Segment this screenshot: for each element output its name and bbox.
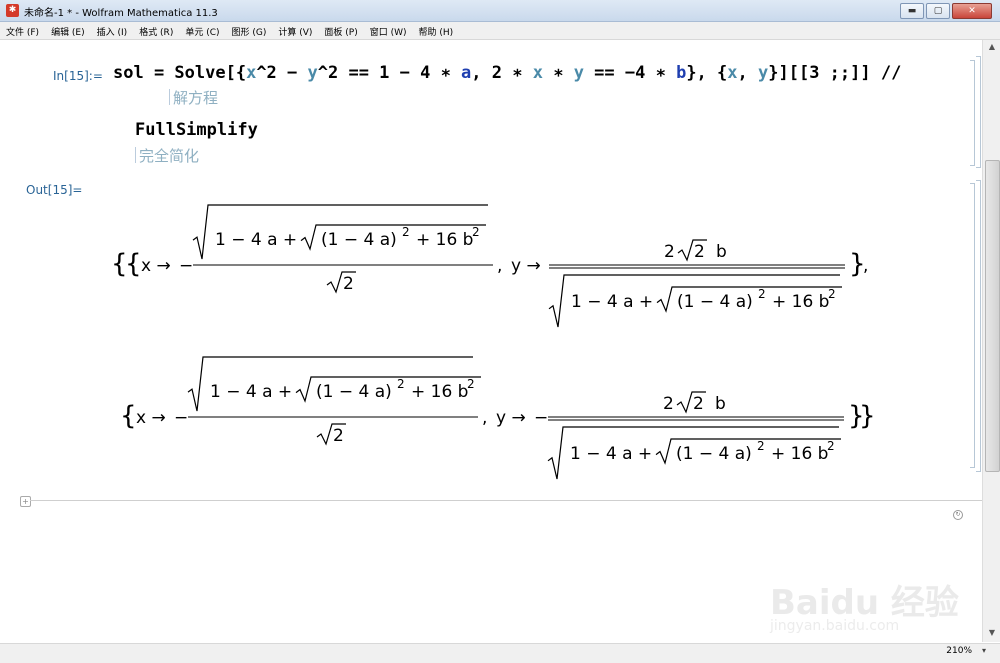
- term-16b: + 16 b: [772, 292, 829, 312]
- zoom-level[interactable]: 210%: [946, 646, 972, 656]
- exponent-2: 2: [828, 287, 836, 301]
- exponent-2: 2: [757, 439, 765, 453]
- exponent-2: 2: [467, 377, 475, 391]
- y-rule: y →: [496, 408, 526, 428]
- sqrt2-text: 2: [694, 242, 705, 262]
- sqrt2-text: 2: [693, 394, 704, 414]
- exponent-2: 2: [827, 439, 835, 453]
- minus-sign: −: [179, 256, 193, 276]
- radicand-inner: (1 − 4 a): [677, 292, 753, 312]
- radicand-inner: (1 − 4 a): [316, 382, 392, 402]
- brace-left: {: [125, 249, 142, 279]
- exponent-2: 2: [472, 225, 480, 239]
- scroll-down-icon[interactable]: ▼: [986, 628, 998, 638]
- output-formula: {{x → −1 − 4 a + (1 − 4 a) 2 + 16 b22, y →2 2 b…: [111, 204, 876, 480]
- solution-1: {{x → −1 − 4 a + (1 − 4 a) 2 + 16 b22, y →2 2 b…: [111, 204, 868, 328]
- vertical-scrollbar[interactable]: ▲ ▼: [982, 40, 1000, 642]
- exponent-2: 2: [397, 377, 405, 391]
- add-cell-icon[interactable]: +: [20, 496, 31, 507]
- sqrt2-text: 2: [333, 426, 344, 446]
- scroll-up-icon[interactable]: ▲: [986, 42, 998, 52]
- minus-sign: −: [174, 408, 188, 428]
- brace-left: {: [120, 401, 137, 431]
- comma: ,: [482, 408, 487, 428]
- radicand-text: 1 − 4 a +: [215, 230, 297, 250]
- solution-2: {x → −1 − 4 a + (1 − 4 a) 2 + 16 b22, y → −2 2 b…: [120, 356, 876, 480]
- sqrt2-text: 2: [343, 274, 354, 294]
- comma: ,: [497, 256, 502, 276]
- numerator-2: 2: [664, 242, 675, 262]
- radicand-text: 1 − 4 a +: [210, 382, 292, 402]
- scroll-thumb[interactable]: [985, 160, 1000, 472]
- comma: ,: [863, 256, 868, 276]
- term-16b: + 16 b: [411, 382, 468, 402]
- radicand-inner: (1 − 4 a): [676, 444, 752, 464]
- radicand-text: 1 − 4 a +: [570, 444, 652, 464]
- y-rule: y →: [511, 256, 541, 276]
- numerator-b: b: [716, 242, 727, 262]
- cell-options-icon[interactable]: ↻: [953, 510, 963, 520]
- numerator-2: 2: [663, 394, 674, 414]
- term-16b: + 16 b: [416, 230, 473, 250]
- watermark-logo: Baidu 经验: [770, 583, 959, 623]
- radicand-text: 1 − 4 a +: [571, 292, 653, 312]
- term-16b: + 16 b: [771, 444, 828, 464]
- cell-insertion-line: [30, 500, 982, 501]
- x-rule: x →: [136, 408, 166, 428]
- status-bar: 210% ▾: [0, 643, 1000, 663]
- x-rule: x →: [141, 256, 171, 276]
- exponent-2: 2: [758, 287, 766, 301]
- watermark-url: jingyan.baidu.com: [770, 618, 900, 634]
- zoom-dropdown-icon[interactable]: ▾: [982, 646, 986, 655]
- radicand-inner: (1 − 4 a): [321, 230, 397, 250]
- brace-right: }: [859, 401, 876, 431]
- numerator-b: b: [715, 394, 726, 414]
- minus-sign: −: [534, 408, 548, 428]
- exponent-2: 2: [402, 225, 410, 239]
